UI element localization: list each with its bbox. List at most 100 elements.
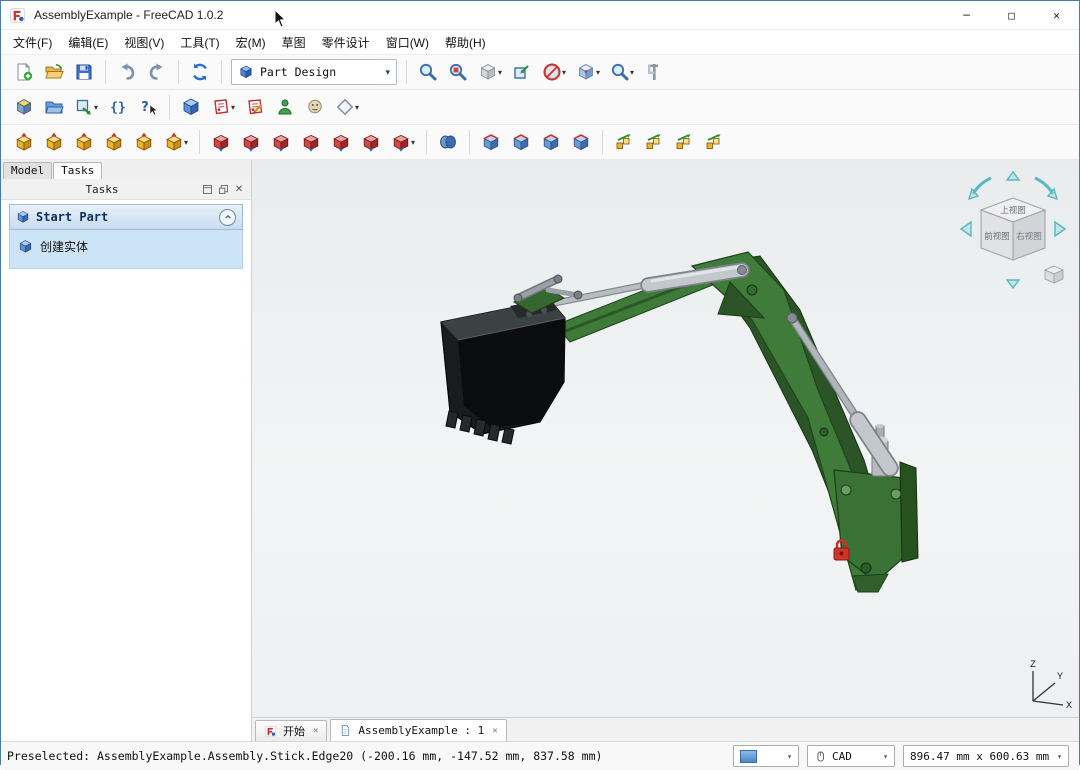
draw-style-icon[interactable]: ▾ [538,59,570,85]
boolean-operation-icon[interactable] [434,129,462,155]
subtractive-helix-icon[interactable] [357,129,385,155]
tasks-panel-empty-area [1,269,251,741]
tab-assembly-example[interactable]: AssemblyExample : 1 ✕ [330,719,506,741]
assembly-model[interactable] [252,160,1079,718]
tasks-panel-titlebar: Tasks ✕ [1,179,251,200]
edit-sketch-icon[interactable] [241,94,269,120]
maximize-button[interactable]: □ [989,1,1034,29]
check-geometry-icon[interactable] [301,94,329,120]
menu-item-7[interactable]: 窗口(W) [378,31,437,54]
dock-close-icon[interactable]: ✕ [231,181,247,197]
menu-item-2[interactable]: 视图(V) [116,31,172,54]
menu-item-3[interactable]: 工具(T) [172,31,227,54]
additive-primitive-icon[interactable]: ▾ [160,129,192,155]
tab-tasks[interactable]: Tasks [53,162,102,179]
validate-sketch-icon[interactable] [271,94,299,120]
dock-float-icon[interactable] [215,181,231,197]
axis-y-label: Y [1057,671,1063,681]
fillet-icon[interactable] [477,129,505,155]
draft-icon[interactable] [537,129,565,155]
zoom-tools-icon[interactable]: ▾ [606,59,638,85]
base-bracket [834,462,918,592]
make-link-icon[interactable]: ▾ [70,94,102,120]
hole-icon[interactable] [237,129,265,155]
navigation-cube[interactable]: 上视图 前视图 右视图 [957,168,1069,292]
subtractive-pipe-icon[interactable] [327,129,355,155]
create-group-icon[interactable] [40,94,68,120]
chevron-down-icon: ▾ [787,752,792,761]
close-button[interactable]: ✕ [1034,1,1079,29]
polar-pattern-icon[interactable] [670,129,698,155]
revolution-icon[interactable] [40,129,68,155]
redo-icon[interactable] [143,59,171,85]
sync-view-icon[interactable] [508,59,536,85]
whats-this-icon[interactable] [134,94,162,120]
axonometric-view-icon[interactable]: ▾ [572,59,604,85]
chamfer-icon[interactable] [507,129,535,155]
create-part-icon[interactable] [10,94,38,120]
menu-item-1[interactable]: 编辑(E) [60,31,116,54]
status-bar: Preselected: AssemblyExample.Assembly.St… [1,741,1079,770]
additive-loft-icon[interactable] [70,129,98,155]
subtractive-primitive-icon[interactable]: ▾ [387,129,419,155]
viewport-size-select[interactable]: 896.47 mm x 600.63 mm ▾ [903,745,1069,767]
create-datum-icon[interactable]: ▾ [331,94,363,120]
toolbar-separator [169,95,170,119]
create-sketch-icon[interactable]: ▾ [207,94,239,120]
refresh-document-icon[interactable] [186,59,214,85]
nav-cube-top-label: 上视图 [1000,205,1026,215]
fit-all-icon[interactable] [414,59,442,85]
measure-icon[interactable] [640,59,668,85]
menu-item-6[interactable]: 零件设计 [314,31,378,54]
workbench-selector[interactable]: Part Design ▾ [231,59,397,85]
tab-model[interactable]: Model [3,162,52,179]
tab-close-icon[interactable]: ✕ [492,726,497,736]
menu-item-8[interactable]: 帮助(H) [437,31,494,54]
window-title: AssemblyExample - FreeCAD 1.0.2 [34,8,223,22]
open-document-icon[interactable] [40,59,68,85]
freecad-logo-icon [9,7,26,24]
fit-selection-icon[interactable] [444,59,472,85]
pocket-icon[interactable] [207,129,235,155]
navigation-style-select[interactable]: CAD ▾ [807,745,895,767]
dock-overlay-icon[interactable] [199,181,215,197]
save-document-icon[interactable] [70,59,98,85]
rotate-left-arrow-icon [973,178,991,194]
thickness-icon[interactable] [567,129,595,155]
create-body-icon[interactable] [177,94,205,120]
additive-helix-icon[interactable] [130,129,158,155]
menu-item-4[interactable]: 宏(M) [228,31,274,54]
pad-icon[interactable] [10,129,38,155]
mdi-tab-bar: 开始 ✕ AssemblyExample : 1 ✕ [252,717,1079,741]
task-group-start-part[interactable]: Start Part [9,204,243,230]
workbench-selector-label: Part Design [260,65,379,79]
toolbar-separator [469,130,470,154]
new-document-icon[interactable] [10,59,38,85]
tab-start-page[interactable]: 开始 ✕ [255,720,327,741]
rotate-right-arrow-icon [1035,178,1053,194]
linear-pattern-icon[interactable] [640,129,668,155]
menu-item-5[interactable]: 草图 [274,31,314,54]
multitransform-icon[interactable] [700,129,728,155]
isometric-view-icon[interactable]: ▾ [474,59,506,85]
status-style-select[interactable]: ▾ [733,745,799,767]
mirrored-icon[interactable] [610,129,638,155]
tab-close-icon[interactable]: ✕ [313,726,318,736]
groove-icon[interactable] [267,129,295,155]
task-group-title: Start Part [36,210,213,224]
nav-cube-front-label: 前视图 [984,231,1010,241]
style-swatch [740,750,757,763]
minimize-button[interactable]: ─ [944,1,989,29]
additive-pipe-icon[interactable] [100,129,128,155]
task-selection-block: 创建实体 [9,230,243,269]
menu-bar: 文件(F)编辑(E)视图(V)工具(T)宏(M)草图零件设计窗口(W)帮助(H) [1,30,1079,55]
collapse-chevron-icon[interactable] [219,209,236,226]
subtractive-loft-icon[interactable] [297,129,325,155]
expression-editor-icon[interactable] [104,94,132,120]
3d-viewport[interactable]: 上视图 前视图 右视图 Z Y X 开始 ✕ [252,160,1079,741]
combo-view-tabs: Model Tasks [1,160,251,179]
undo-icon[interactable] [113,59,141,85]
task-item-create-solid[interactable]: 创建实体 [10,234,242,258]
toolbar-separator [199,130,200,154]
menu-item-0[interactable]: 文件(F) [5,31,60,54]
